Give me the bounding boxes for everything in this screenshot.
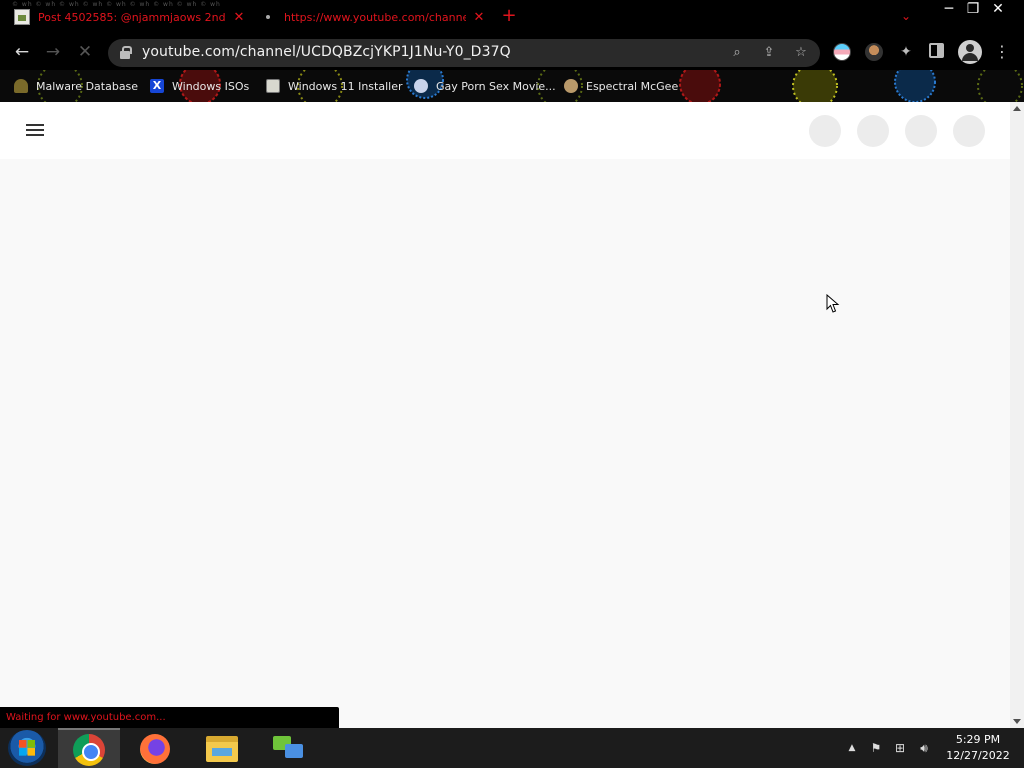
scroll-down-arrow-icon[interactable] <box>1013 719 1021 724</box>
network-app-icon <box>273 736 305 762</box>
bookmark-movie[interactable]: Gay Porn Sex Movie... <box>414 76 556 96</box>
screen: © wh © wh © wh © wh © wh © wh © wh © wh … <box>0 0 1024 768</box>
plus-icon[interactable]: + <box>500 6 518 26</box>
arrow-right-icon[interactable]: → <box>40 40 66 64</box>
network-icon[interactable]: ⊞ <box>890 728 910 768</box>
x-logo-icon: X <box>150 79 164 93</box>
tab-close-icon[interactable]: ✕ <box>232 10 246 25</box>
bookmarks-bar: Malware Database X Windows ISOs Windows … <box>0 70 1024 102</box>
extension-avatar-icon[interactable] <box>865 43 883 61</box>
bookmark-icon <box>564 79 578 93</box>
tab-favicon <box>14 9 30 25</box>
start-button[interactable] <box>8 730 46 766</box>
bookmark-icon <box>414 79 428 93</box>
taskbar-firefox[interactable] <box>124 728 186 768</box>
star-icon[interactable]: ☆ <box>792 44 810 62</box>
scroll-up-arrow-icon[interactable] <box>1013 106 1021 111</box>
mouse-cursor-icon <box>826 294 840 313</box>
hamburger-menu-icon[interactable] <box>26 122 46 138</box>
folder-icon <box>206 736 238 762</box>
arrow-left-icon[interactable]: ← <box>9 40 35 64</box>
tab-youtube[interactable]: https://www.youtube.com/channe ✕ <box>262 4 486 30</box>
system-clock[interactable]: 5:29 PM 12/27/2022 <box>938 732 1018 766</box>
tab-post[interactable]: Post 4502585: @njammjaows 2nd ✕ <box>14 4 246 30</box>
tab-title: Post 4502585: @njammjaows 2nd <box>38 10 226 24</box>
bookmark-icon <box>266 79 280 93</box>
extension-flag-icon[interactable] <box>833 43 851 61</box>
taskbar-chrome[interactable] <box>58 728 120 768</box>
status-bubble: Waiting for www.youtube.com... <box>0 707 339 728</box>
bookmark-malware-database[interactable]: Malware Database <box>14 76 138 96</box>
tab-close-icon[interactable]: ✕ <box>472 10 486 25</box>
browser-toolbar: ← → ✕ youtube.com/channel/UCDQBZcjYKP1J1… <box>0 34 1024 70</box>
tab-strip: © wh © wh © wh © wh © wh © wh © wh © wh … <box>0 0 1024 34</box>
bookmark-label: Espectral McGee <box>586 79 679 93</box>
bookmark-label: Malware Database <box>36 79 139 93</box>
page-content <box>0 102 1010 728</box>
page-scrollbar[interactable] <box>1010 102 1024 728</box>
menu-icon[interactable]: ⋮ <box>994 42 1010 62</box>
chrome-icon <box>73 734 105 766</box>
bookmark-label: Gay Porn Sex Movie... <box>436 79 556 93</box>
youtube-header <box>0 102 1010 159</box>
clock-time: 5:29 PM <box>955 733 1001 746</box>
firefox-icon <box>140 734 170 764</box>
search-icon[interactable]: ⌕ <box>728 44 746 62</box>
share-icon[interactable]: ⇪ <box>760 44 778 62</box>
bookmark-label: Windows ISOs <box>172 79 250 93</box>
tray-overflow-icon[interactable]: ▲ <box>842 728 862 768</box>
bookmark-icon <box>14 79 28 93</box>
taskbar: ▲ ⚑ ⊞ 🔊︎ 5:29 PM 12/27/2022 <box>0 728 1024 768</box>
chevron-down-icon[interactable]: ⌄ <box>896 9 916 25</box>
loading-placeholder <box>953 115 985 147</box>
puzzle-icon[interactable]: ✦ <box>897 43 915 61</box>
profile-icon[interactable] <box>958 40 982 64</box>
address-bar[interactable]: youtube.com/channel/UCDQBZcjYKP1J1Nu-Y0_… <box>108 39 820 67</box>
bookmark-windows-11-installer[interactable]: Windows 11 Installer <box>266 76 403 96</box>
url-text[interactable]: youtube.com/channel/UCDQBZcjYKP1J1Nu-Y0_… <box>142 44 511 60</box>
loading-placeholder <box>905 115 937 147</box>
taskbar-file-explorer[interactable] <box>190 728 252 768</box>
bookmark-label: Windows 11 Installer <box>288 79 403 93</box>
loading-placeholder <box>857 115 889 147</box>
action-center-flag-icon[interactable]: ⚑ <box>866 728 886 768</box>
volume-icon[interactable]: 🔊︎ <box>914 728 934 768</box>
clock-date: 12/27/2022 <box>946 749 1010 762</box>
bookmark-windows-isos[interactable]: X Windows ISOs <box>150 76 249 96</box>
close-window-button[interactable]: ✕ <box>976 0 1020 18</box>
side-panel-icon[interactable] <box>929 43 944 58</box>
loading-icon <box>266 15 270 19</box>
bookmark-espectral-mcgee[interactable]: Espectral McGee <box>564 76 678 96</box>
taskbar-network-app[interactable] <box>258 728 320 768</box>
tab-title: https://www.youtube.com/channe <box>284 10 466 24</box>
loading-placeholder <box>809 115 841 147</box>
lock-icon[interactable] <box>120 46 132 59</box>
stop-loading-icon[interactable]: ✕ <box>72 40 98 64</box>
